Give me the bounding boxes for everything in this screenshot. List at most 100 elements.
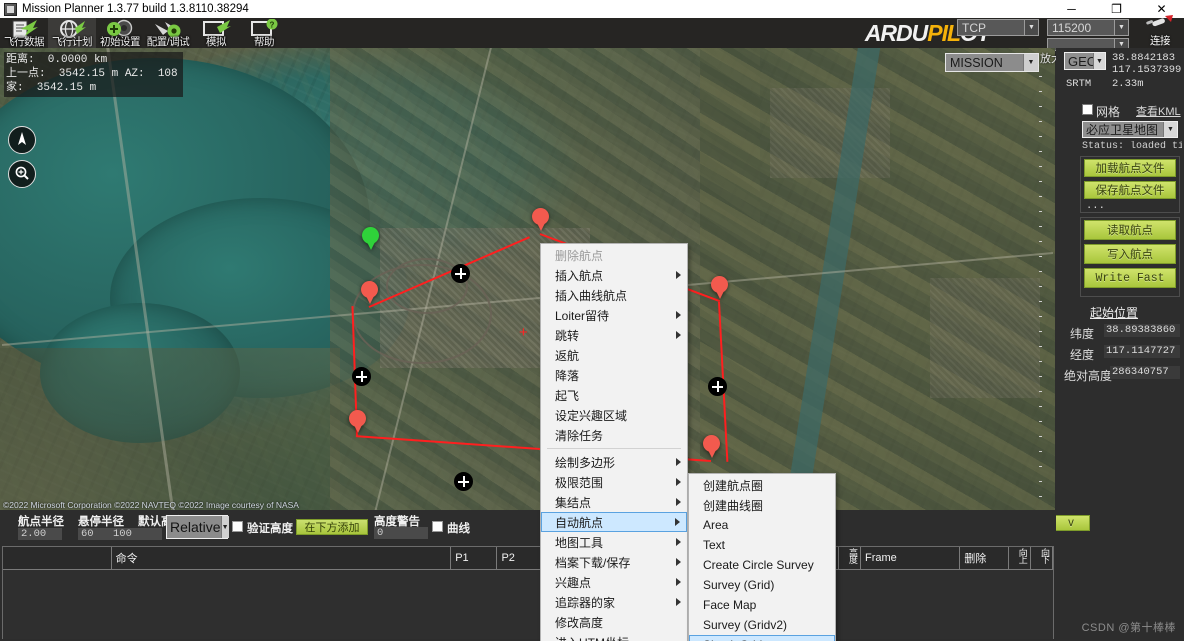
waypoint-grid-body[interactable] bbox=[3, 569, 1053, 639]
compass-icon bbox=[14, 131, 30, 150]
route-midpoint-add[interactable] bbox=[352, 367, 371, 386]
menu-item-tracker-home[interactable]: 追踪器的家 bbox=[541, 592, 687, 612]
menu-label: 兴趣点 bbox=[555, 575, 592, 590]
home-marker[interactable] bbox=[362, 227, 379, 252]
chevron-down-icon[interactable]: ▼ bbox=[1092, 53, 1105, 69]
geo-coord-combo[interactable]: GEO ▼ bbox=[1064, 52, 1106, 70]
route-midpoint-add[interactable] bbox=[708, 377, 727, 396]
grid-col-p1[interactable]: P1 bbox=[451, 547, 498, 569]
waypoint-marker[interactable] bbox=[711, 276, 728, 301]
verify-alt-checkbox[interactable] bbox=[232, 521, 243, 532]
grid-col-altitude[interactable]: 高度 bbox=[839, 547, 861, 569]
add-below-button[interactable]: 在下方添加 bbox=[296, 519, 368, 535]
grid-col-up[interactable]: 向上 bbox=[1009, 547, 1031, 569]
menu-item-draw-polygon[interactable]: 绘制多边形 bbox=[541, 452, 687, 472]
view-kml-link[interactable]: 查看KML bbox=[1136, 103, 1181, 119]
waypoint-marker[interactable] bbox=[361, 281, 378, 306]
grid-col-p2[interactable]: P2 bbox=[497, 547, 544, 569]
grid-checkbox[interactable] bbox=[1082, 104, 1093, 115]
submenu-item-create-circle-survey[interactable]: Create Circle Survey bbox=[689, 555, 835, 575]
route-midpoint-add[interactable] bbox=[454, 472, 473, 491]
zoom-in-button[interactable] bbox=[8, 160, 36, 188]
grid-col-delete[interactable]: 删除 bbox=[960, 547, 1009, 569]
menu-item-file-download-save[interactable]: 档案下载/保存 bbox=[541, 552, 687, 572]
toolbar-item-flight-data[interactable]: 飞行数据 bbox=[0, 18, 48, 48]
wp-radius-input[interactable]: 2.00 bbox=[18, 528, 62, 540]
minimize-button[interactable]: ─ bbox=[1049, 0, 1094, 18]
grid-col-frame[interactable]: Frame bbox=[861, 547, 961, 569]
maximize-button[interactable]: ❐ bbox=[1094, 0, 1139, 18]
chevron-down-icon[interactable]: ▼ bbox=[1024, 20, 1038, 35]
menu-item-rally-points[interactable]: 集结点 bbox=[541, 492, 687, 512]
map-attribution: ©2022 Microsoft Corporation ©2022 NAVTEQ… bbox=[3, 500, 299, 510]
toolbar-item-flight-plan[interactable]: 飞行计划 bbox=[48, 18, 96, 48]
route-midpoint-add[interactable] bbox=[451, 264, 470, 283]
waypoint-marker[interactable] bbox=[703, 435, 720, 460]
connect-button-label: 连接 bbox=[1150, 35, 1171, 47]
menu-item-takeoff[interactable]: 起飞 bbox=[541, 385, 687, 405]
panel-collapse-button[interactable]: v bbox=[1052, 515, 1090, 531]
toolbar-item-initial-setup[interactable]: 初始设置 bbox=[96, 18, 144, 48]
menu-item-set-roi[interactable]: 设定兴趣区域 bbox=[541, 405, 687, 425]
connection-baud-combo[interactable]: 115200 ▼ bbox=[1047, 19, 1129, 36]
menu-item-insert-waypoint[interactable]: 插入航点 bbox=[541, 265, 687, 285]
home-lat-value[interactable]: 38.89383860 bbox=[1104, 324, 1180, 337]
mission-mode-combo[interactable]: MISSION ▼ bbox=[945, 53, 1039, 72]
submenu-item-face-map[interactable]: Face Map bbox=[689, 595, 835, 615]
waypoint-marker[interactable] bbox=[349, 410, 366, 435]
auto-waypoint-submenu[interactable]: 创建航点圈 创建曲线圈 Area Text Create Circle Surv… bbox=[688, 473, 836, 641]
menu-item-map-tools[interactable]: 地图工具 bbox=[541, 532, 687, 552]
toolbar-item-simulation[interactable]: 模拟 bbox=[192, 18, 240, 48]
chevron-down-icon[interactable]: ▼ bbox=[1163, 122, 1177, 137]
submenu-item-survey-grid[interactable]: Survey (Grid) bbox=[689, 575, 835, 595]
chevron-down-icon[interactable]: ▼ bbox=[220, 516, 229, 538]
menu-item-poi[interactable]: 兴趣点 bbox=[541, 572, 687, 592]
menu-item-insert-spline-waypoint[interactable]: 插入曲线航点 bbox=[541, 285, 687, 305]
read-waypoints-button[interactable]: 读取航点 bbox=[1084, 220, 1176, 240]
menu-item-clear-mission[interactable]: 清除任务 bbox=[541, 425, 687, 445]
write-fast-button[interactable]: Write Fast bbox=[1084, 268, 1176, 288]
menu-item-modify-altitude[interactable]: 修改高度 bbox=[541, 612, 687, 632]
menu-item-delete-waypoint[interactable]: 删除航点 bbox=[541, 245, 687, 265]
submenu-item-create-spline-circle[interactable]: 创建曲线圈 bbox=[689, 495, 835, 515]
home-lon-value[interactable]: 117.1147727 bbox=[1104, 345, 1180, 358]
write-waypoints-button[interactable]: 写入航点 bbox=[1084, 244, 1176, 264]
connect-button[interactable]: 连接 bbox=[1140, 15, 1180, 48]
spline-checkbox[interactable] bbox=[432, 521, 443, 532]
svg-text:?: ? bbox=[270, 21, 275, 30]
toolbar-item-help[interactable]: ? 帮助 bbox=[240, 18, 288, 48]
submenu-item-text[interactable]: Text bbox=[689, 535, 835, 555]
load-waypoint-file-button[interactable]: 加载航点文件 bbox=[1084, 159, 1176, 177]
menu-item-enter-utm[interactable]: 进入UTM坐标 bbox=[541, 632, 687, 641]
zoom-slider-tick bbox=[1039, 91, 1042, 92]
grid-col-command[interactable]: 命令 bbox=[112, 547, 452, 569]
alt-warning-input[interactable]: 0 bbox=[374, 527, 428, 539]
map-canvas[interactable]: + 距离: 0.0000 km 上一点: 3542.15 m AZ: 108 家… bbox=[0, 48, 1055, 510]
submenu-item-survey-gridv2[interactable]: Survey (Gridv2) bbox=[689, 615, 835, 635]
waypoint-marker[interactable] bbox=[532, 208, 549, 233]
menu-item-land[interactable]: 降落 bbox=[541, 365, 687, 385]
altitude-frame-combo[interactable]: Relative ▼ bbox=[166, 515, 229, 539]
compass-button[interactable] bbox=[8, 126, 36, 154]
menu-item-jump[interactable]: 跳转 bbox=[541, 325, 687, 345]
grid-col-down[interactable]: 向下 bbox=[1031, 547, 1053, 569]
submenu-item-create-wp-circle[interactable]: 创建航点圈 bbox=[689, 475, 835, 495]
home-alt-value[interactable]: 286340757 bbox=[1110, 366, 1180, 379]
default-alt-input[interactable]: 100 bbox=[110, 528, 162, 540]
menu-item-geofence[interactable]: 极限范围 bbox=[541, 472, 687, 492]
grid-col-rowheader[interactable] bbox=[3, 547, 112, 569]
connection-protocol-combo[interactable]: TCP ▼ bbox=[957, 19, 1039, 36]
toolbar-item-config-tuning[interactable]: 配置/调试 bbox=[144, 18, 192, 48]
save-waypoint-file-button[interactable]: 保存航点文件 bbox=[1084, 181, 1176, 199]
menu-item-loiter[interactable]: Loiter留待 bbox=[541, 305, 687, 325]
zoom-slider[interactable] bbox=[1036, 48, 1056, 510]
waypoint-grid[interactable]: 命令 P1 P2 P3 P4 纬度 经度 高度 Frame 删除 向上 向下 bbox=[2, 546, 1054, 639]
submenu-item-area[interactable]: Area bbox=[689, 515, 835, 535]
map-provider-combo[interactable]: 必应卫星地图 ▼ bbox=[1082, 121, 1178, 138]
menu-item-rtl[interactable]: 返航 bbox=[541, 345, 687, 365]
zoom-slider-tick bbox=[1039, 181, 1042, 182]
chevron-down-icon[interactable]: ▼ bbox=[1114, 20, 1128, 35]
menu-item-auto-waypoint[interactable]: 自动航点 bbox=[541, 512, 687, 532]
submenu-item-simplegrid[interactable]: SimpleGrid bbox=[689, 635, 835, 641]
map-context-menu[interactable]: 删除航点 插入航点 插入曲线航点 Loiter留待 跳转 返航 降落 起飞 设定… bbox=[540, 243, 688, 641]
